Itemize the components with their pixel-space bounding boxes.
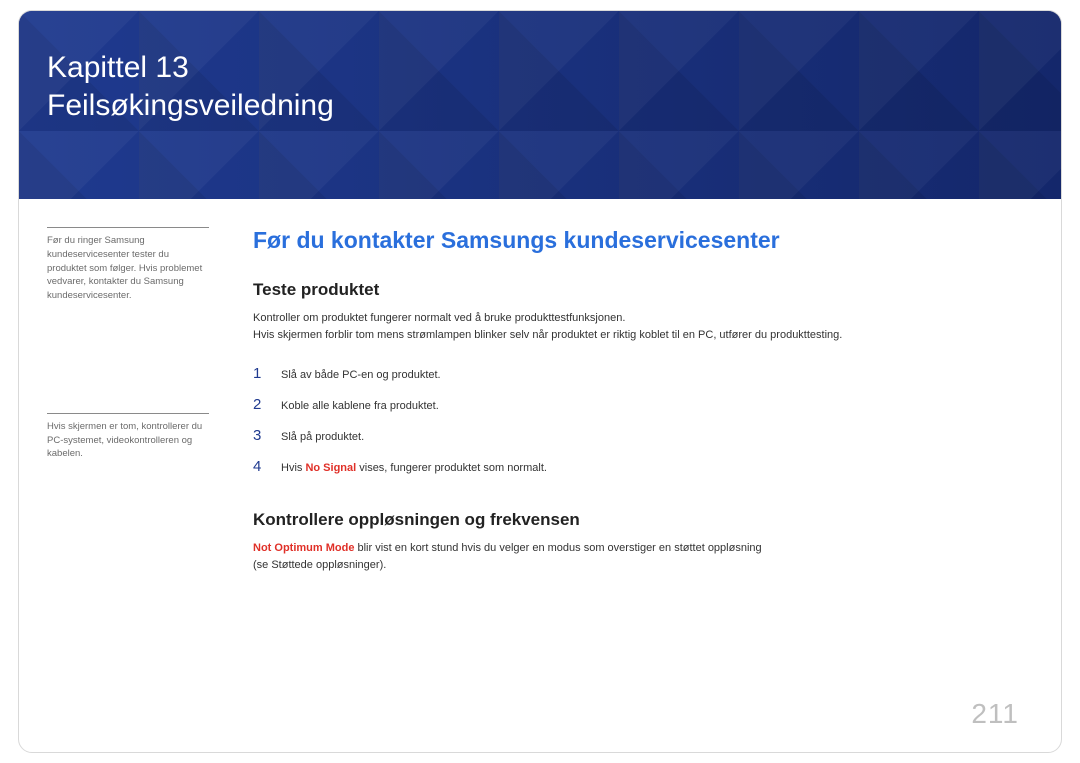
step-item: 1 Slå av både PC-en og produktet.: [253, 358, 1031, 389]
step-item: 2 Koble alle kablene fra produktet.: [253, 389, 1031, 420]
step-text: Koble alle kablene fra produktet.: [281, 400, 439, 412]
document-page: Kapittel 13 Feilsøkingsveiledning Før du…: [18, 10, 1062, 753]
step-item: 3 Slå på produktet.: [253, 420, 1031, 451]
not-optimum-mode-label: Not Optimum Mode: [253, 542, 354, 554]
resolution-text-rest: blir vist en kort stund hvis du velger e…: [354, 542, 761, 554]
sidebar: Før du ringer Samsung kundeservicesenter…: [47, 227, 227, 588]
section-heading: Før du kontakter Samsungs kundeservicese…: [253, 227, 1031, 254]
step-text: Slå av både PC-en og produktet.: [281, 369, 441, 381]
subsection-heading-resolution: Kontrollere oppløsningen og frekvensen: [253, 510, 1031, 530]
step4-suffix: vises, fungerer produktet som normalt.: [356, 462, 547, 474]
resolution-paragraph: Not Optimum Mode blir vist en kort stund…: [253, 540, 1031, 574]
step-number: 3: [253, 427, 267, 444]
test-product-paragraph: Kontroller om produktet fungerer normalt…: [253, 310, 1031, 344]
step-number: 2: [253, 396, 267, 413]
chapter-title: Kapittel 13 Feilsøkingsveiledning: [47, 49, 1061, 124]
steps-list: 1 Slå av både PC-en og produktet. 2 Kobl…: [253, 358, 1031, 482]
step-item: 4 Hvis No Signal vises, fungerer produkt…: [253, 451, 1031, 482]
step-number: 4: [253, 458, 267, 475]
step-number: 1: [253, 365, 267, 382]
step-text: Slå på produktet.: [281, 431, 364, 443]
chapter-banner: Kapittel 13 Feilsøkingsveiledning: [19, 11, 1061, 199]
page-number: 211: [971, 698, 1019, 730]
no-signal-label: No Signal: [305, 462, 356, 474]
chapter-name: Feilsøkingsveiledning: [47, 89, 334, 122]
subsection-heading-test: Teste produktet: [253, 280, 1031, 300]
side-note-2: Hvis skjermen er tom, kontrollerer du PC…: [47, 413, 209, 461]
content-area: Før du ringer Samsung kundeservicesenter…: [19, 199, 1061, 588]
main-column: Før du kontakter Samsungs kundeservicese…: [227, 227, 1031, 588]
side-note-1: Før du ringer Samsung kundeservicesenter…: [47, 227, 209, 303]
chapter-number: Kapittel 13: [47, 51, 189, 84]
step-text: Hvis No Signal vises, fungerer produktet…: [281, 462, 547, 474]
step4-prefix: Hvis: [281, 462, 305, 474]
resolution-text-line2: (se Støttede oppløsninger).: [253, 559, 386, 571]
